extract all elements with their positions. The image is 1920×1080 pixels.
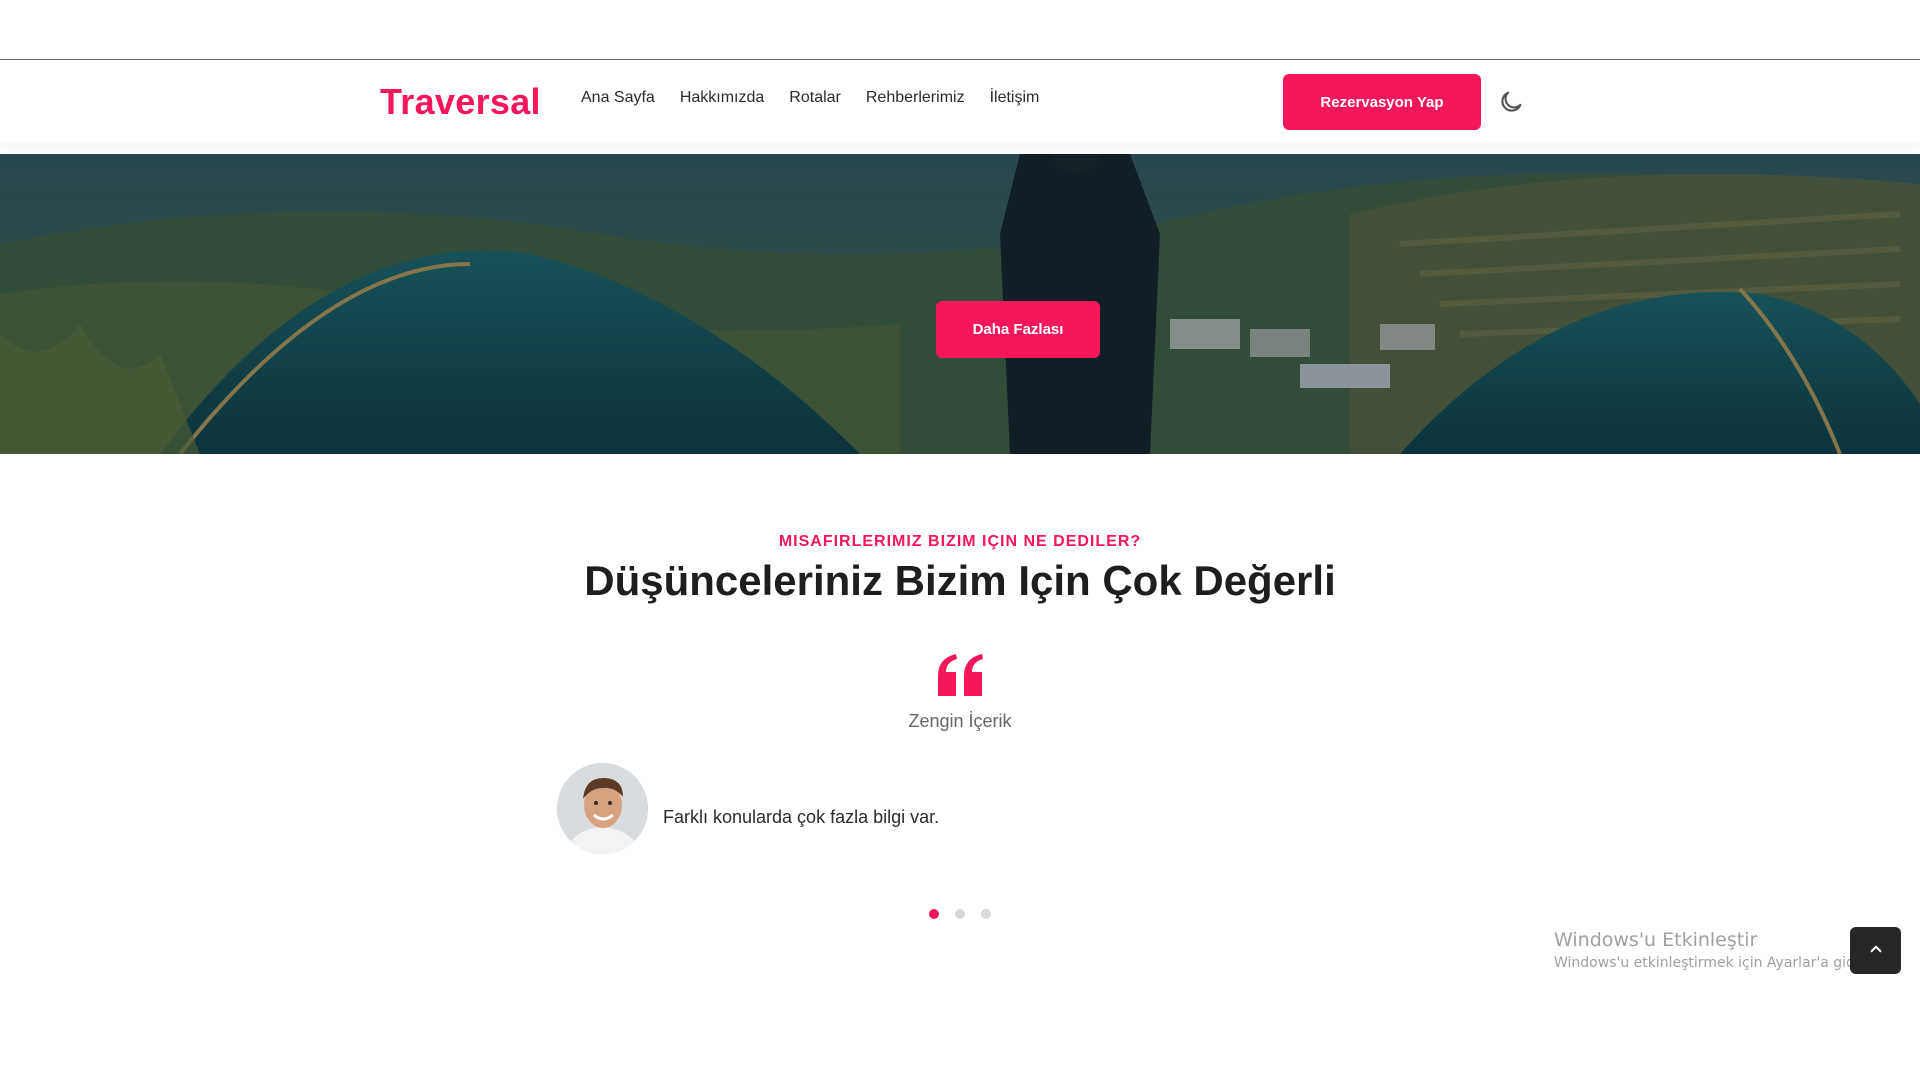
nav-link-guides[interactable]: Rehberlerimiz — [866, 89, 965, 107]
watermark-title: Windows'u Etkinleştir — [1554, 929, 1758, 951]
testimonial-title: Zengin İçerik — [908, 711, 1012, 731]
more-button[interactable]: Daha Fazlası — [936, 301, 1100, 358]
nav-link-home[interactable]: Ana Sayfa — [581, 89, 655, 107]
reservation-button[interactable]: Rezervasyon Yap — [1283, 74, 1481, 130]
nav-links: Ana Sayfa Hakkımızda Rotalar Rehberlerim… — [581, 89, 1039, 107]
testimonial-text: Farklı konularda çok fazla bilgi var. — [663, 807, 940, 827]
testimonials-subtitle: MISAFIRLERIMIZ BIZIM IÇIN NE DEDILER? — [778, 533, 1142, 550]
nav-link-contact[interactable]: İletişim — [990, 89, 1040, 107]
brand-logo[interactable]: Traversal — [380, 81, 541, 123]
chevron-up-icon — [1867, 940, 1885, 961]
watermark-subtitle: Windows'u etkinleştirmek için Ayarlar'a … — [1554, 955, 1873, 971]
back-to-top-button[interactable] — [1850, 927, 1901, 974]
nav-link-routes[interactable]: Rotalar — [789, 89, 841, 107]
carousel-dot-2[interactable] — [955, 909, 965, 919]
testimonials-title: Düşünceleriniz Bizim Için Çok Değerli — [584, 557, 1336, 604]
browser-top-strip — [0, 0, 1920, 60]
moon-icon[interactable] — [1497, 88, 1525, 116]
windows-activation-watermark: Windows'u Etkinleştir Windows'u etkinleş… — [1554, 929, 1872, 971]
navbar: Traversal Ana Sayfa Hakkımızda Rotalar R… — [0, 61, 1920, 142]
carousel-dot-3[interactable] — [981, 909, 991, 919]
hero-banner: Daha Fazlası — [0, 154, 1920, 454]
carousel-dot-1[interactable] — [929, 909, 939, 919]
nav-link-about[interactable]: Hakkımızda — [680, 89, 764, 107]
quote-icon — [936, 654, 986, 696]
avatar — [557, 763, 648, 854]
carousel-pagination — [929, 909, 991, 919]
